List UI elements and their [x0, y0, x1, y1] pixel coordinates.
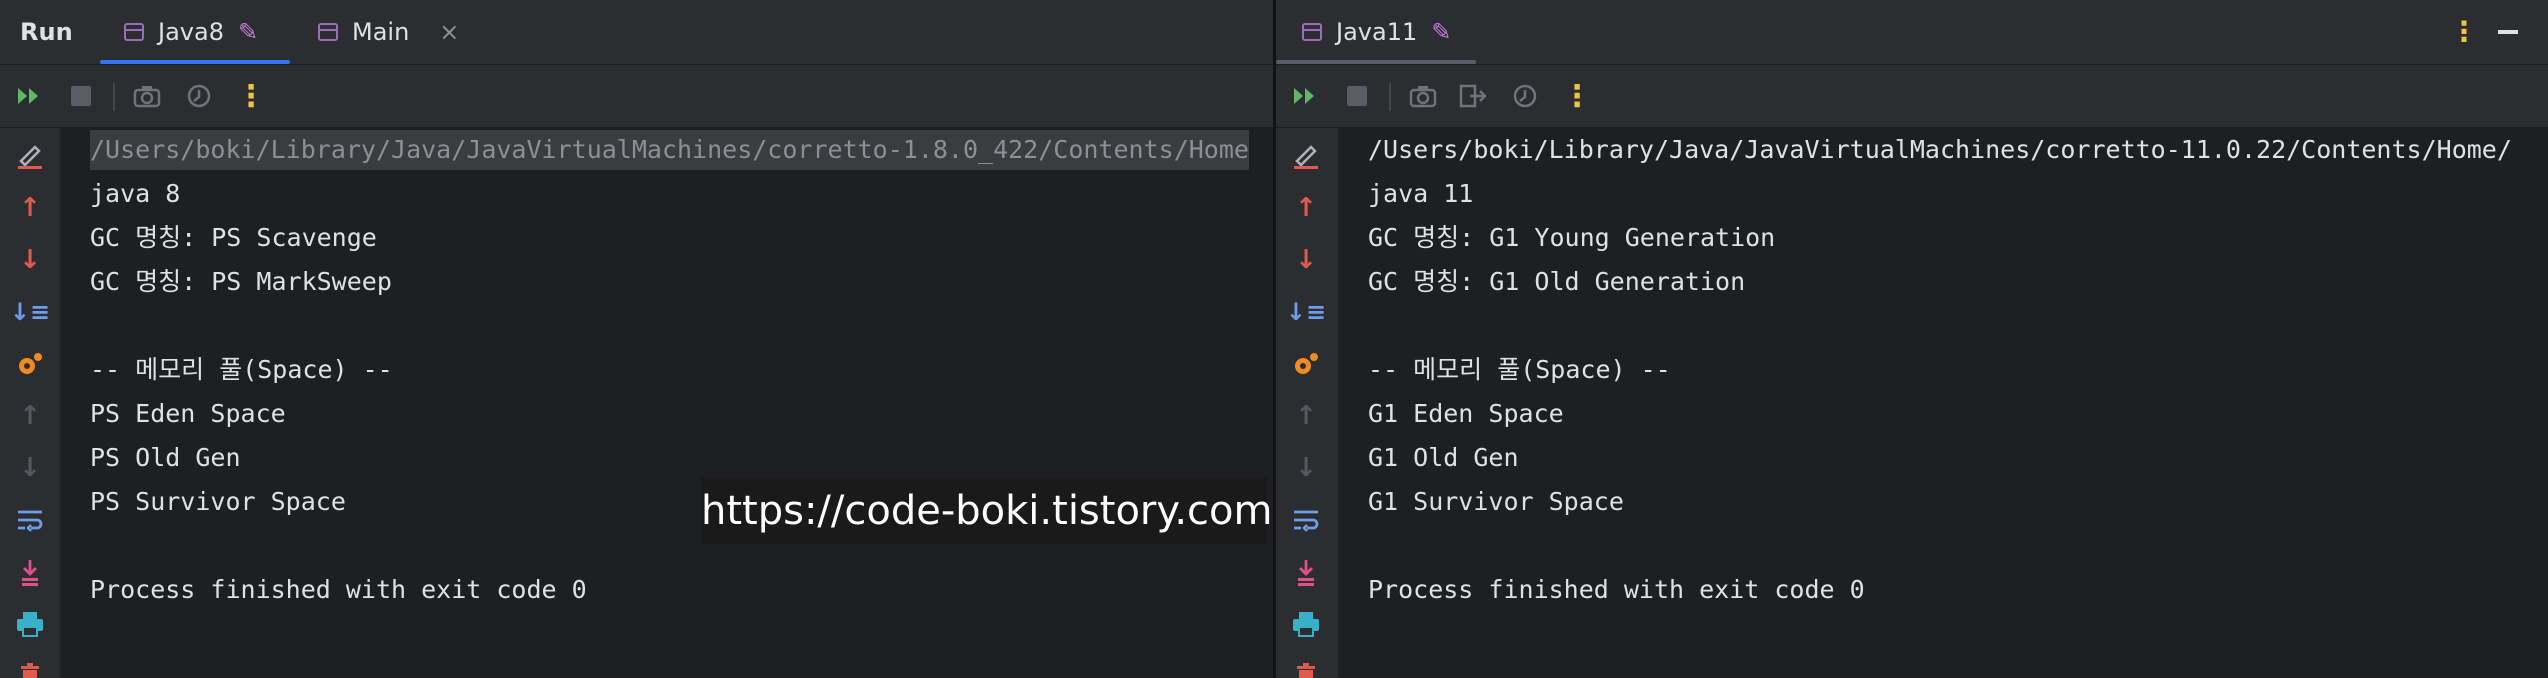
- minimize-icon[interactable]: [2498, 30, 2518, 34]
- exit-icon[interactable]: [1456, 79, 1490, 113]
- console-side-toolbar: ↑ ↓ ↓≡ ↑ ↓: [1276, 128, 1338, 678]
- run-toolbar: ⋮: [1276, 65, 2548, 128]
- previous-occurrence-icon[interactable]: ↑: [10, 396, 50, 436]
- more-vertical-icon[interactable]: ⋮: [2450, 0, 2478, 64]
- sort-icon[interactable]: ↓≡: [1286, 292, 1326, 332]
- console-line: GC 명칭: G1 Young Generation: [1368, 223, 1776, 252]
- arrow-up-icon[interactable]: ↑: [10, 188, 50, 228]
- tab-java8[interactable]: Java8 ✎: [100, 0, 290, 64]
- soft-wrap-icon[interactable]: [10, 500, 50, 540]
- toolbar-separator: [113, 83, 115, 111]
- tab-label: Java8: [158, 18, 224, 46]
- delete-icon[interactable]: [1286, 656, 1326, 678]
- next-occurrence-icon[interactable]: ↓: [10, 448, 50, 488]
- console-line: PS Survivor Space: [90, 487, 346, 516]
- console-command-line: /Users/boki/Library/Java/JavaVirtualMach…: [1368, 135, 2512, 164]
- console-output[interactable]: /Users/boki/Library/Java/JavaVirtualMach…: [1368, 128, 2548, 678]
- tab-label: Main: [352, 18, 410, 46]
- toolbar-separator: [1389, 83, 1391, 111]
- watermark: https://code-boki.tistory.com: [701, 478, 1272, 544]
- run-config-icon: [124, 23, 144, 41]
- tool-window-header: Run Java8 ✎ Main ×: [0, 0, 1273, 65]
- stop-icon[interactable]: [1340, 79, 1374, 113]
- run-config-icon: [1302, 23, 1322, 41]
- run-toolbar: ⋮: [0, 65, 1273, 128]
- scroll-to-end-icon[interactable]: [10, 552, 50, 592]
- camera-icon[interactable]: [130, 79, 164, 113]
- console-side-toolbar: ↑ ↓ ↓≡ ↑ ↓: [0, 128, 60, 678]
- previous-occurrence-icon[interactable]: ↑: [1286, 396, 1326, 436]
- console-line: PS Old Gen: [90, 443, 241, 472]
- console-line: java 8: [90, 179, 181, 208]
- console-line: GC 명칭: G1 Old Generation: [1368, 267, 1746, 296]
- pin-icon[interactable]: ✎: [1431, 18, 1451, 46]
- console-line: java 11: [1368, 179, 1474, 208]
- run-pane-left: Run Java8 ✎ Main × ⋮ ↑ ↓ ↓≡ ↑ ↓ /Users/b…: [0, 0, 1273, 678]
- console-line: -- 메모리 풀(Space) --: [1368, 355, 1671, 384]
- console-line: GC 명칭: PS Scavenge: [90, 223, 377, 252]
- print-icon[interactable]: [10, 604, 50, 644]
- run-config-icon: [318, 23, 338, 41]
- console-line: G1 Eden Space: [1368, 399, 1564, 428]
- arrow-down-icon[interactable]: ↓: [1286, 240, 1326, 280]
- run-pane-right: Java11 ✎ ⋮ ⋮ ↑ ↓ ↓≡ ↑ ↓ /Users/boki/Libr…: [1276, 0, 2548, 678]
- print-icon[interactable]: [1286, 604, 1326, 644]
- console-line: Process finished with exit code 0: [1368, 575, 1865, 604]
- delete-icon[interactable]: [10, 656, 50, 678]
- active-tab-indicator: [100, 60, 290, 64]
- tab-label: Java11: [1336, 18, 1418, 46]
- console-command-line: /Users/boki/Library/Java/JavaVirtualMach…: [90, 130, 1249, 170]
- rerun-icon[interactable]: [12, 79, 46, 113]
- clear-all-icon[interactable]: [1286, 136, 1326, 176]
- tab-java11[interactable]: Java11 ✎: [1276, 0, 1476, 64]
- arrow-up-icon[interactable]: ↑: [1286, 188, 1326, 228]
- tool-window-title: Run: [20, 18, 73, 46]
- scroll-to-end-icon[interactable]: [1286, 552, 1326, 592]
- more-vertical-icon[interactable]: ⋮: [1560, 79, 1594, 114]
- next-occurrence-icon[interactable]: ↓: [1286, 448, 1326, 488]
- console-line: -- 메모리 풀(Space) --: [90, 355, 393, 384]
- close-icon[interactable]: ×: [439, 18, 459, 46]
- camera-icon[interactable]: [1406, 79, 1440, 113]
- soft-wrap-icon[interactable]: [1286, 500, 1326, 540]
- tool-window-header: Java11 ✎ ⋮: [1276, 0, 2548, 65]
- console-output[interactable]: /Users/boki/Library/Java/JavaVirtualMach…: [90, 128, 1273, 678]
- console-line: G1 Survivor Space: [1368, 487, 1624, 516]
- hotswap-icon[interactable]: [1286, 344, 1326, 384]
- dump-threads-icon[interactable]: [182, 79, 216, 113]
- console-line: PS Eden Space: [90, 399, 286, 428]
- stop-icon[interactable]: [64, 79, 98, 113]
- console-line: G1 Old Gen: [1368, 443, 1519, 472]
- arrow-down-icon[interactable]: ↓: [10, 240, 50, 280]
- sort-icon[interactable]: ↓≡: [10, 292, 50, 332]
- tab-main[interactable]: Main ×: [318, 0, 459, 64]
- pin-icon[interactable]: ✎: [238, 18, 258, 46]
- console-line: Process finished with exit code 0: [90, 575, 587, 604]
- more-vertical-icon[interactable]: ⋮: [234, 79, 268, 114]
- rerun-icon[interactable]: [1288, 79, 1322, 113]
- active-tab-indicator: [1276, 60, 1476, 64]
- console-line: GC 명칭: PS MarkSweep: [90, 267, 392, 296]
- hotswap-icon[interactable]: [10, 344, 50, 384]
- clear-all-icon[interactable]: [10, 136, 50, 176]
- dump-threads-icon[interactable]: [1508, 79, 1542, 113]
